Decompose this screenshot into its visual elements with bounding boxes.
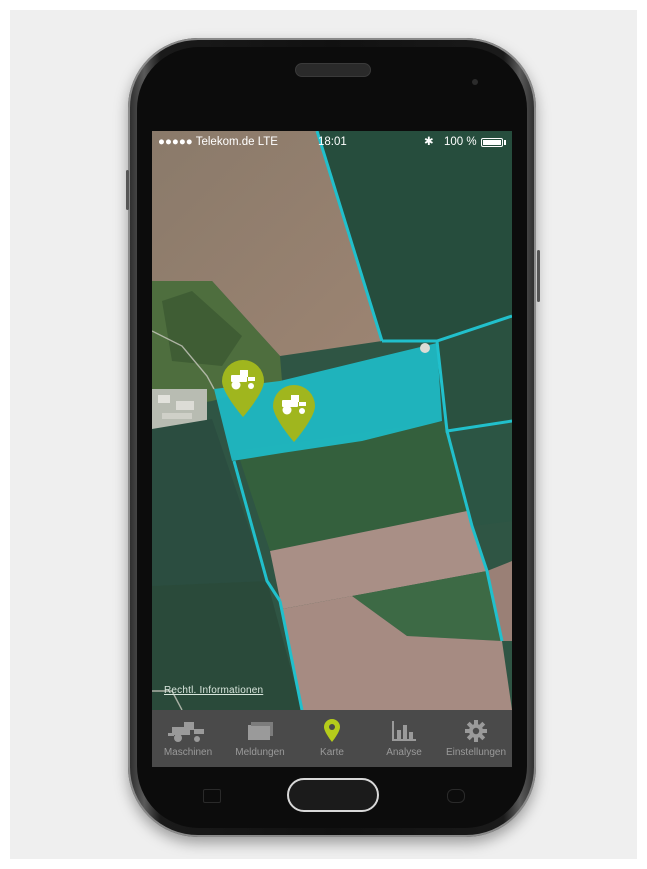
- satellite-map[interactable]: [152, 131, 512, 710]
- carrier-label: ●●●●● Telekom.de LTE: [158, 136, 278, 148]
- earpiece-speaker: [295, 63, 371, 77]
- tab-analyse[interactable]: Analyse: [368, 710, 440, 767]
- tractor-marker-2[interactable]: [271, 384, 317, 444]
- tab-meldungen[interactable]: Meldungen: [224, 710, 296, 767]
- legal-info-link[interactable]: Rechtl. Informationen: [164, 685, 263, 696]
- tab-label: Einstellungen: [445, 747, 507, 758]
- app-screen: ●●●●● Telekom.de LTE 18:01 ✱ 100 % Recht…: [152, 131, 512, 767]
- volume-button: [126, 170, 129, 210]
- recent-apps-key[interactable]: [203, 789, 221, 803]
- bluetooth-icon: ✱: [424, 136, 434, 148]
- tractor-marker-1[interactable]: [220, 359, 266, 419]
- battery-tip: [504, 140, 506, 145]
- tab-label: Analyse: [386, 747, 422, 758]
- battery-icon: [481, 138, 503, 147]
- home-button[interactable]: [287, 778, 379, 812]
- harvester-icon: [168, 722, 204, 742]
- tab-label: Karte: [320, 747, 344, 758]
- tab-maschinen[interactable]: Maschinen: [152, 710, 224, 767]
- tab-label: Maschinen: [163, 747, 213, 758]
- power-button: [537, 250, 540, 302]
- messages-icon: [248, 722, 273, 740]
- back-key[interactable]: [447, 789, 465, 803]
- front-sensor: [472, 79, 478, 85]
- gear-icon: [465, 720, 487, 742]
- tab-bar: Maschinen Meldungen Karte Analyse Einste…: [152, 710, 512, 767]
- battery-percent: 100 %: [444, 136, 477, 148]
- tab-label: Meldungen: [235, 747, 285, 758]
- clock: 18:01: [318, 136, 347, 148]
- tab-karte[interactable]: Karte: [296, 710, 368, 767]
- map-pin-icon: [324, 719, 340, 742]
- bar-chart-icon: [392, 721, 416, 741]
- status-bar: ●●●●● Telekom.de LTE 18:01 ✱ 100 %: [152, 131, 512, 153]
- tab-einstellungen[interactable]: Einstellungen: [440, 710, 512, 767]
